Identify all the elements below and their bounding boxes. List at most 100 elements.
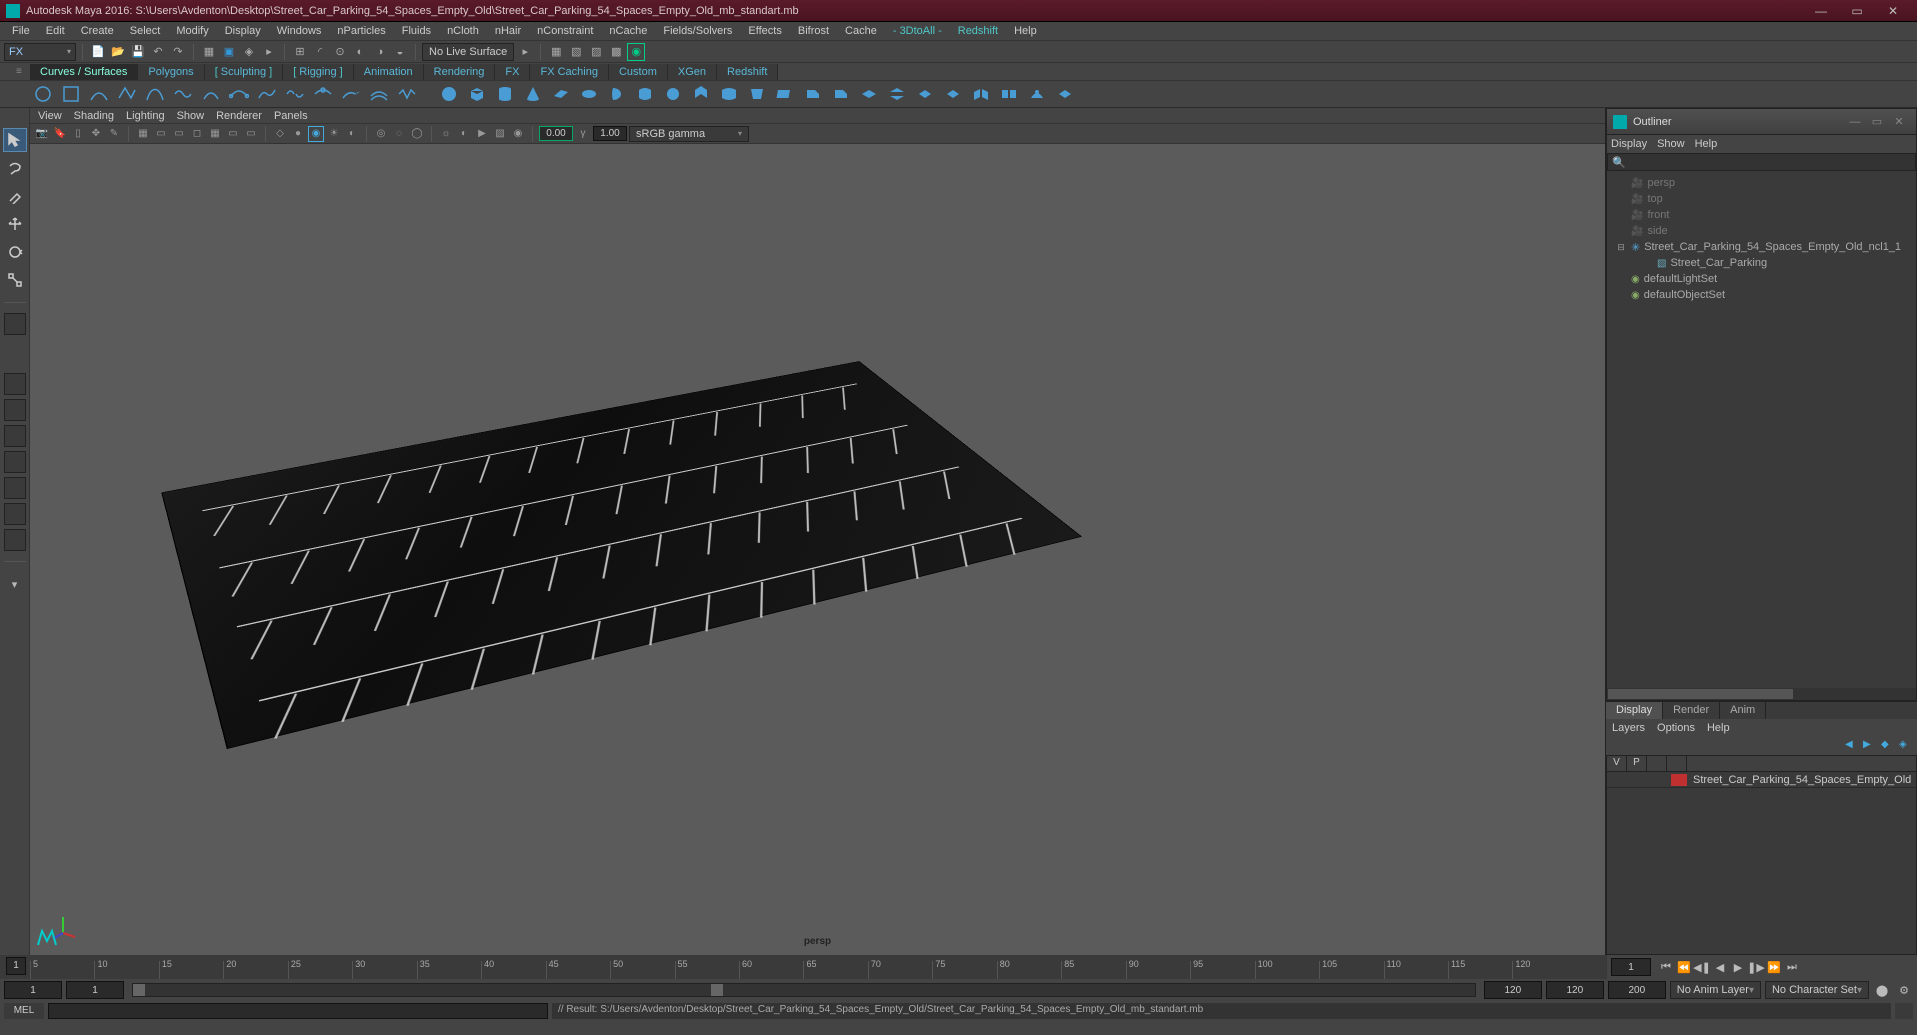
vp-res-gate-icon[interactable]: ▭ xyxy=(171,126,187,142)
select-tool-button[interactable] xyxy=(3,128,27,152)
snap-grid-icon[interactable]: ⊞ xyxy=(291,43,309,61)
paint-select-button[interactable] xyxy=(3,184,27,208)
parking-lot-mesh[interactable] xyxy=(162,362,1080,748)
scrollbar-thumb[interactable] xyxy=(1608,689,1793,699)
outliner-tree[interactable]: 🎥persp🎥top🎥front🎥side⊟✳Street_Car_Parkin… xyxy=(1607,171,1916,688)
live-surface-toggle-icon[interactable]: ▸ xyxy=(516,43,534,61)
boundary-icon[interactable] xyxy=(746,83,768,105)
snap-point-icon[interactable]: ⊙ xyxy=(331,43,349,61)
select-mode-icon[interactable]: ▦ xyxy=(200,43,218,61)
layout-persp-button[interactable] xyxy=(4,503,26,525)
vp-select-camera-icon[interactable]: 📷 xyxy=(34,126,50,142)
gamma-field[interactable] xyxy=(593,126,627,141)
outliner-item[interactable]: 🎥front xyxy=(1609,207,1914,223)
current-frame-box[interactable]: 1 xyxy=(6,957,26,975)
menu-nhair[interactable]: nHair xyxy=(487,24,529,38)
outliner-item[interactable]: 🎥persp xyxy=(1609,175,1914,191)
shelf-tab-sculpting[interactable]: [ Sculpting ] xyxy=(205,64,284,80)
shelf-tab-fx-caching[interactable]: FX Caching xyxy=(530,64,608,80)
vp-dof-icon[interactable]: ◉ xyxy=(510,126,526,142)
square-surf-icon[interactable] xyxy=(774,83,796,105)
attach-curve-icon[interactable] xyxy=(256,83,278,105)
layout-four-button[interactable] xyxy=(4,399,26,421)
viewport-menu-show[interactable]: Show xyxy=(177,110,205,122)
viewport-3d[interactable]: persp xyxy=(30,144,1605,955)
vp-shadows-icon[interactable]: ◐ xyxy=(344,126,360,142)
new-scene-icon[interactable]: 📄 xyxy=(89,43,107,61)
minimize-button[interactable]: — xyxy=(1803,2,1839,20)
project-curve-icon[interactable] xyxy=(858,83,880,105)
vp-field-chart-icon[interactable]: ▦ xyxy=(207,126,223,142)
script-editor-button[interactable] xyxy=(1895,1003,1913,1019)
layout-single-button[interactable] xyxy=(4,373,26,395)
shelf-tab-rendering[interactable]: Rendering xyxy=(424,64,496,80)
render-sequence-icon[interactable]: ◉ xyxy=(627,43,645,61)
vp-grease-icon[interactable]: ✎ xyxy=(106,126,122,142)
color-space-selector[interactable]: sRGB gamma xyxy=(629,126,749,142)
render-frame-icon[interactable]: ▦ xyxy=(547,43,565,61)
layer-color-swatch[interactable] xyxy=(1671,774,1687,786)
range-end-inner-field[interactable] xyxy=(1484,981,1542,999)
birail-icon[interactable] xyxy=(718,83,740,105)
vp-ao-icon[interactable]: ◐ xyxy=(456,126,472,142)
anim-layer-selector[interactable]: No Anim Layer xyxy=(1670,981,1761,999)
layer-new-selected-icon[interactable]: ◈ xyxy=(1899,739,1913,753)
step-back-button[interactable]: ◀❚ xyxy=(1693,958,1711,976)
outliner-item[interactable]: ◉defaultLightSet xyxy=(1609,271,1914,287)
menu-ncache[interactable]: nCache xyxy=(601,24,655,38)
layer-tab-display[interactable]: Display xyxy=(1606,702,1663,719)
vp-isolate-icon[interactable]: ◎ xyxy=(373,126,389,142)
vp-safe-action-icon[interactable]: ▭ xyxy=(225,126,241,142)
untrim-icon[interactable] xyxy=(942,83,964,105)
go-start-button[interactable]: ⏮ xyxy=(1657,958,1675,976)
range-start-inner-field[interactable] xyxy=(66,981,124,999)
layout-two-v-button[interactable] xyxy=(4,451,26,473)
vp-safe-title-icon[interactable]: ▭ xyxy=(243,126,259,142)
trim-icon[interactable] xyxy=(914,83,936,105)
outliner-item[interactable]: ⊟✳Street_Car_Parking_54_Spaces_Empty_Old… xyxy=(1609,239,1914,255)
layer-tab-render[interactable]: Render xyxy=(1663,702,1720,719)
three-point-arc-icon[interactable] xyxy=(228,83,250,105)
menu-windows[interactable]: Windows xyxy=(269,24,330,38)
current-frame-field[interactable] xyxy=(1611,958,1651,976)
shelf-tab-curves-surfaces[interactable]: Curves / Surfaces xyxy=(30,64,138,80)
vp-motion-blur-icon[interactable]: ▶ xyxy=(474,126,490,142)
snap-view-icon[interactable]: ◑ xyxy=(371,43,389,61)
layout-custom-button[interactable]: ▾ xyxy=(3,572,27,596)
detach-surf-icon[interactable] xyxy=(998,83,1020,105)
menu-redshift[interactable]: Redshift xyxy=(950,24,1006,38)
vp-textured-icon[interactable]: ◉ xyxy=(308,126,324,142)
layer-row[interactable]: Street_Car_Parking_54_Spaces_Empty_Old xyxy=(1607,772,1916,788)
vp-bookmark-icon[interactable]: 🔖 xyxy=(52,126,68,142)
vp-2d-pan-icon[interactable]: ✥ xyxy=(88,126,104,142)
shelf-tab-fx[interactable]: FX xyxy=(495,64,530,80)
vp-aa-icon[interactable]: ▨ xyxy=(492,126,508,142)
outliner-search[interactable]: 🔍 xyxy=(1607,153,1916,171)
play-back-button[interactable]: ◀ xyxy=(1711,958,1729,976)
extrude-surf-icon[interactable] xyxy=(690,83,712,105)
menu-select[interactable]: Select xyxy=(122,24,169,38)
menu-create[interactable]: Create xyxy=(73,24,122,38)
viewport-menu-renderer[interactable]: Renderer xyxy=(216,110,262,122)
layer-menu-options[interactable]: Options xyxy=(1657,722,1695,734)
bevel-plus-icon[interactable] xyxy=(830,83,852,105)
layer-tab-anim[interactable]: Anim xyxy=(1720,702,1766,719)
vp-shaded-icon[interactable]: ● xyxy=(290,126,306,142)
live-surface-field[interactable]: No Live Surface xyxy=(422,43,514,61)
render-view-icon[interactable]: ▩ xyxy=(607,43,625,61)
bezier-curve-icon[interactable] xyxy=(144,83,166,105)
layout-two-h-button[interactable] xyxy=(4,425,26,447)
viewport-menu-lighting[interactable]: Lighting xyxy=(126,110,165,122)
expander-icon[interactable]: ⊟ xyxy=(1615,242,1627,253)
shelf-tab-animation[interactable]: Animation xyxy=(354,64,424,80)
outliner-item[interactable]: ▧Street_Car_Parking xyxy=(1609,255,1914,271)
workspace-selector[interactable]: FX xyxy=(4,43,76,61)
nurbs-torus-icon[interactable] xyxy=(578,83,600,105)
intersect-icon[interactable] xyxy=(886,83,908,105)
vp-xray-joints-icon[interactable]: ◯ xyxy=(409,126,425,142)
shelf-handle-icon[interactable]: ≡ xyxy=(16,66,30,77)
range-end-outer2-field[interactable] xyxy=(1608,981,1666,999)
step-back-key-button[interactable]: ⏪ xyxy=(1675,958,1693,976)
menu-ncloth[interactable]: nCloth xyxy=(439,24,487,38)
shelf-tab-rigging[interactable]: [ Rigging ] xyxy=(283,64,354,80)
